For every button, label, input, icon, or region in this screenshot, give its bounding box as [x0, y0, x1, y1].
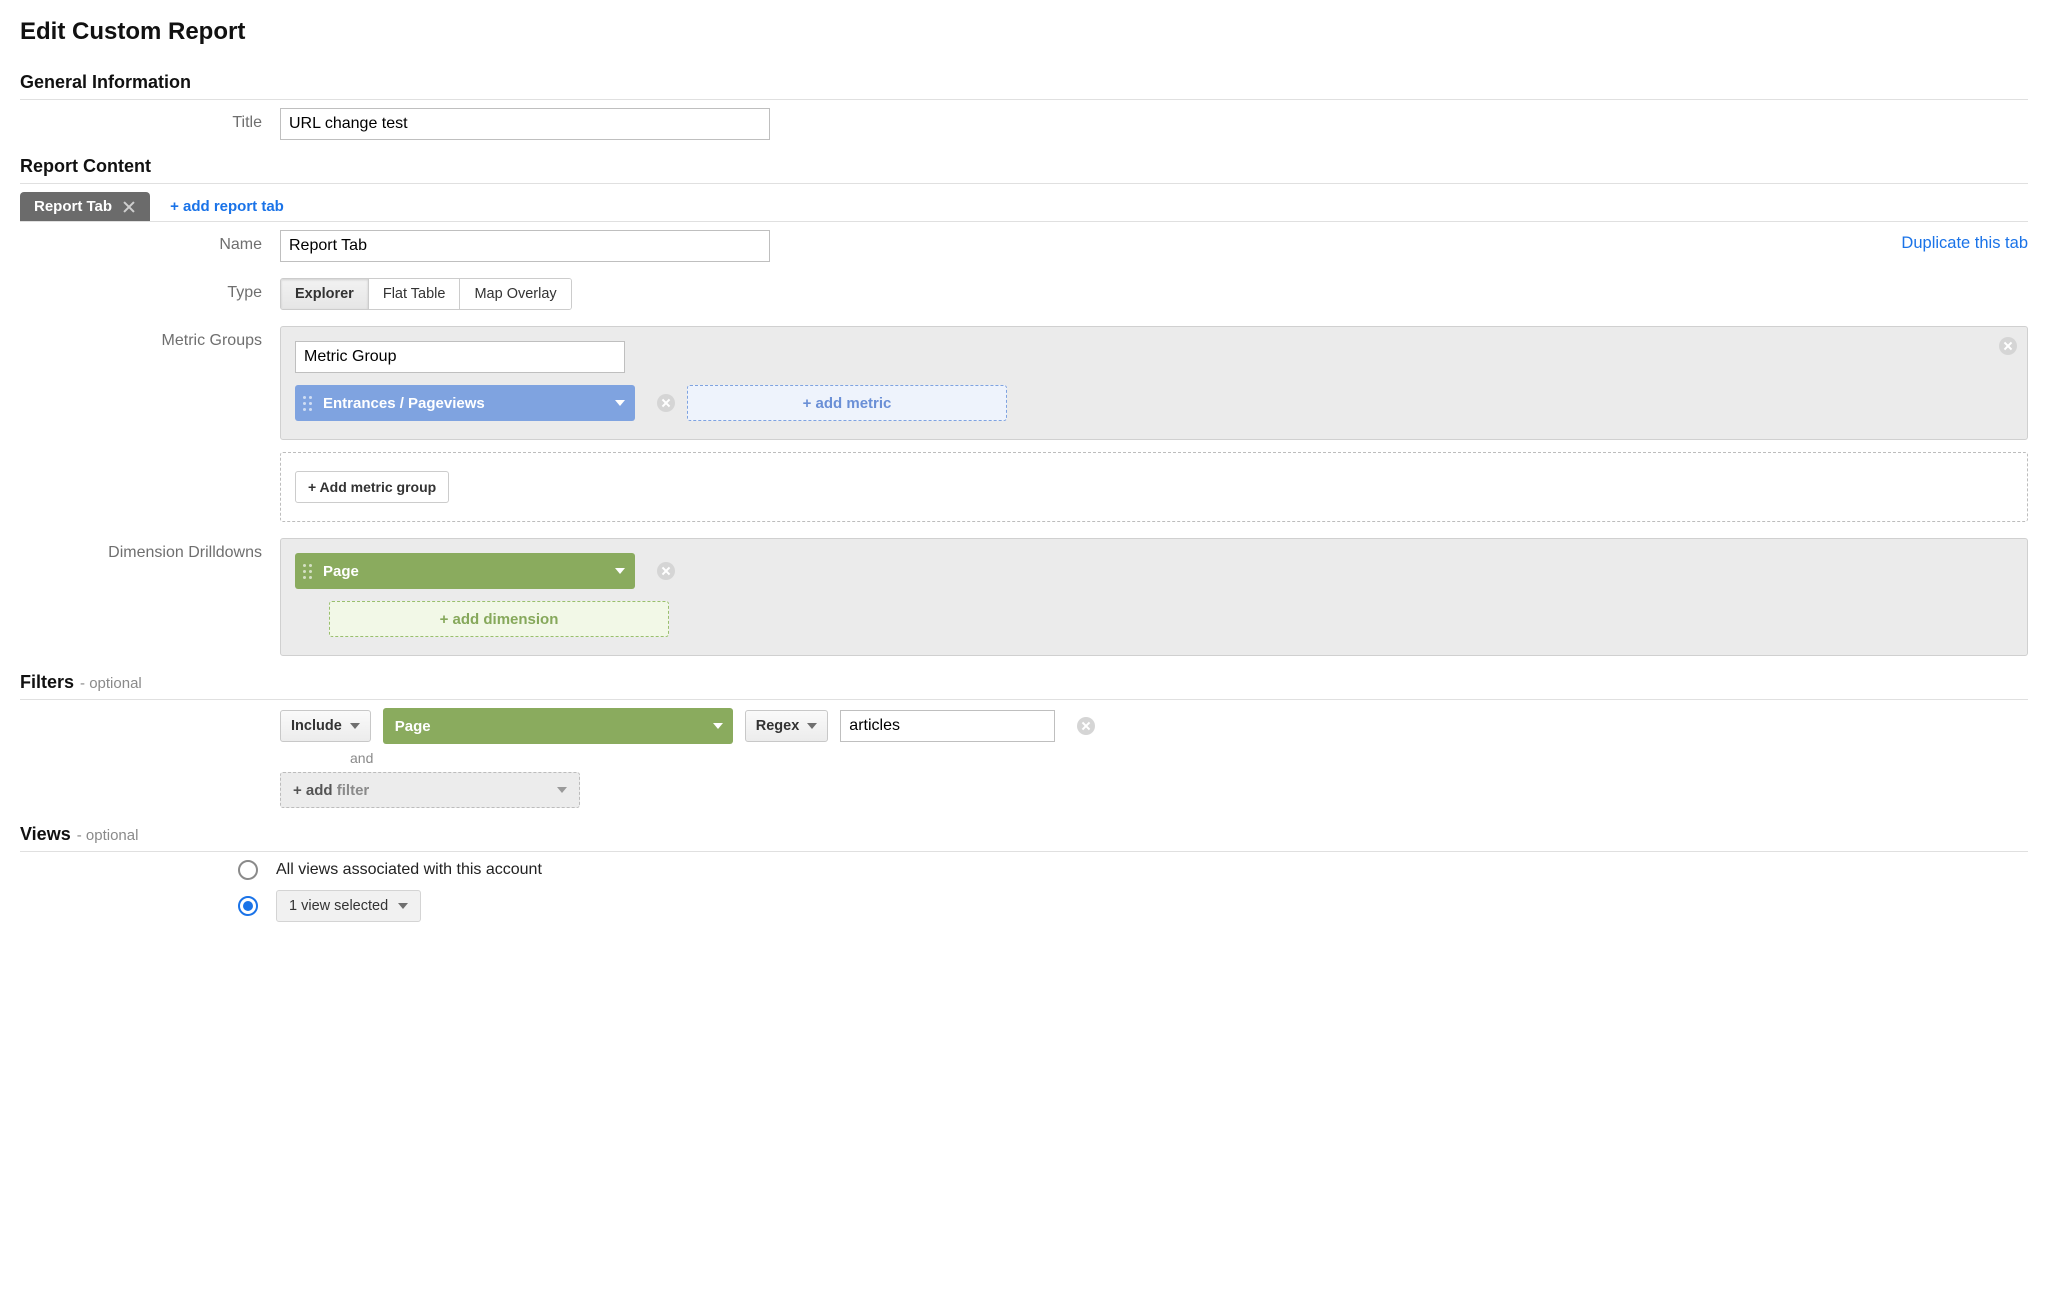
section-header-filters: Filters - optional — [20, 672, 2028, 700]
metric-groups-label: Metric Groups — [20, 326, 280, 350]
chevron-down-icon — [615, 400, 625, 406]
dimension-pill-remove-icon[interactable] — [657, 562, 675, 580]
section-header-general-text: General Information — [20, 72, 191, 93]
metric-group-panel: Entrances / Pageviews + add metric — [280, 326, 2028, 440]
tab-report-label: Report Tab — [34, 198, 112, 215]
section-header-filters-text: Filters — [20, 672, 74, 693]
chevron-down-icon — [615, 568, 625, 574]
add-dimension-slot[interactable]: + add dimension — [329, 601, 669, 637]
filter-include-label: Include — [291, 718, 342, 734]
duplicate-tab-link[interactable]: Duplicate this tab — [1901, 234, 2028, 253]
tab-report[interactable]: Report Tab — [20, 192, 150, 221]
title-label: Title — [20, 108, 280, 132]
type-label: Type — [20, 278, 280, 302]
section-header-content: Report Content — [20, 156, 2028, 184]
add-filter-prefix: + add — [293, 782, 337, 799]
metric-group-name-input[interactable] — [295, 341, 625, 373]
chevron-down-icon — [350, 723, 360, 729]
tab-close-icon[interactable] — [122, 200, 136, 214]
views-radio-selected[interactable] — [238, 896, 258, 916]
chevron-down-icon — [807, 723, 817, 729]
views-radio-all[interactable] — [238, 860, 258, 880]
add-metric-slot[interactable]: + add metric — [687, 385, 1007, 421]
views-radio-all-label: All views associated with this account — [276, 861, 542, 879]
filter-match-label: Regex — [756, 718, 800, 734]
section-header-content-text: Report Content — [20, 156, 151, 177]
add-report-tab-link[interactable]: + add report tab — [170, 198, 284, 215]
type-map-overlay[interactable]: Map Overlay — [460, 279, 570, 309]
metric-pill-label: Entrances / Pageviews — [317, 395, 609, 412]
filter-value-input[interactable] — [840, 710, 1055, 742]
filter-match-select[interactable]: Regex — [745, 710, 829, 742]
add-filter-word: filter — [337, 782, 370, 799]
chevron-down-icon — [713, 723, 723, 729]
filter-dimension-label: Page — [395, 718, 707, 735]
section-header-general: General Information — [20, 72, 2028, 100]
section-header-views: Views - optional — [20, 824, 2028, 852]
add-filter-slot[interactable]: + add filter — [280, 772, 580, 808]
views-optional-label: - optional — [77, 827, 139, 844]
drag-handle-icon[interactable] — [299, 396, 317, 411]
dimension-panel: Page + add dimension — [280, 538, 2028, 656]
filter-include-select[interactable]: Include — [280, 710, 371, 742]
dimension-drilldowns-label: Dimension Drilldowns — [20, 538, 280, 562]
type-button-group: Explorer Flat Table Map Overlay — [280, 278, 572, 310]
add-metric-group-panel: + Add metric group — [280, 452, 2028, 522]
filters-spacer — [20, 708, 280, 714]
name-label: Name — [20, 230, 280, 254]
views-selected-label: 1 view selected — [289, 898, 388, 914]
add-metric-group-button[interactable]: + Add metric group — [295, 471, 449, 503]
chevron-down-icon — [557, 787, 567, 793]
section-header-views-text: Views — [20, 824, 71, 845]
type-flat-table[interactable]: Flat Table — [369, 279, 461, 309]
page-title: Edit Custom Report — [20, 18, 2028, 46]
report-tabstrip: Report Tab + add report tab — [20, 192, 2028, 222]
metric-group-remove-icon[interactable] — [1999, 337, 2017, 355]
filter-dimension-pill[interactable]: Page — [383, 708, 733, 744]
dimension-pill-label: Page — [317, 563, 609, 580]
type-explorer[interactable]: Explorer — [281, 279, 369, 309]
chevron-down-icon — [398, 903, 408, 909]
metric-pill-remove-icon[interactable] — [657, 394, 675, 412]
views-selected-dropdown[interactable]: 1 view selected — [276, 890, 421, 922]
drag-handle-icon[interactable] — [299, 564, 317, 579]
title-input[interactable] — [280, 108, 770, 140]
filter-and-label: and — [350, 750, 2028, 766]
metric-pill-entrances-pageviews[interactable]: Entrances / Pageviews — [295, 385, 635, 421]
name-input[interactable] — [280, 230, 770, 262]
filters-optional-label: - optional — [80, 675, 142, 692]
filter-remove-icon[interactable] — [1077, 717, 1095, 735]
dimension-pill-page[interactable]: Page — [295, 553, 635, 589]
